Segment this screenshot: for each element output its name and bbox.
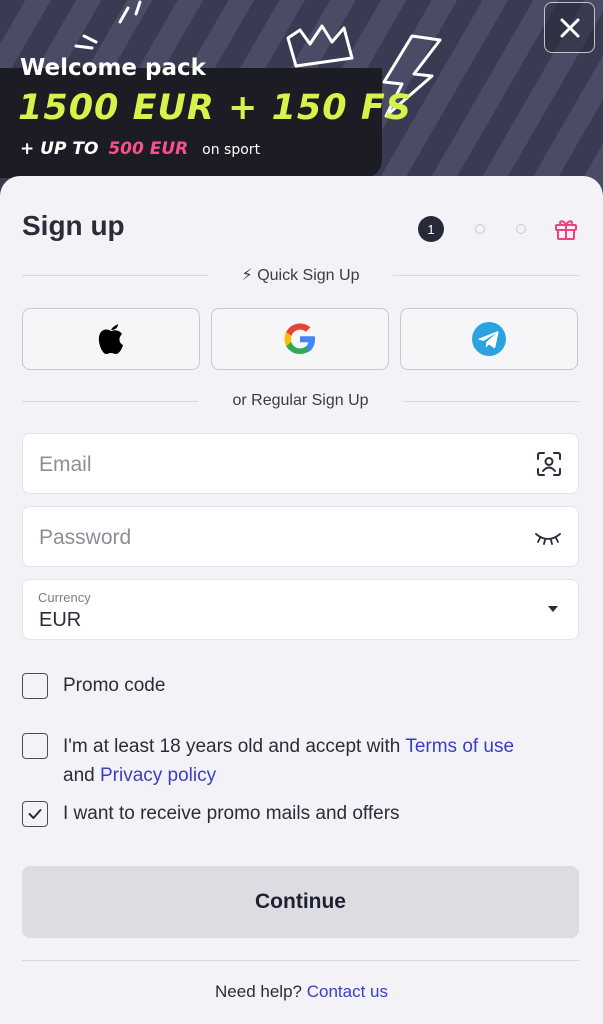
currency-select[interactable]: Currency EUR xyxy=(22,579,579,640)
privacy-policy-link[interactable]: Privacy policy xyxy=(100,765,216,786)
welcome-title: Welcome pack xyxy=(20,55,206,81)
email-placeholder: Email xyxy=(39,453,92,476)
gift-icon xyxy=(555,220,577,240)
signup-sheet: Sign up 1 ⚡ Quick Sign Up or Regular Sig… xyxy=(0,176,603,1024)
step-indicator: 1 xyxy=(418,216,578,242)
terms-row: I'm at least 18 years old and accept wit… xyxy=(22,733,579,790)
checkmark-icon xyxy=(28,809,42,819)
terms-text-2: and xyxy=(63,765,95,786)
promo-mails-row: I want to receive promo mails and offers xyxy=(22,801,400,828)
face-scan-icon[interactable] xyxy=(536,451,562,477)
page-title: Sign up xyxy=(22,210,125,241)
main-offer: 1500 EUR + 150 FS xyxy=(18,88,412,128)
currency-label: Currency xyxy=(38,590,91,605)
currency-value: EUR xyxy=(39,609,82,631)
google-signup-button[interactable] xyxy=(211,308,389,370)
quick-signup-label: ⚡ Quick Sign Up xyxy=(241,267,360,284)
promo-mails-label: I want to receive promo mails and offers xyxy=(63,803,400,824)
regular-signup-divider: or Regular Sign Up xyxy=(22,391,580,411)
quick-signup-divider: ⚡ Quick Sign Up xyxy=(22,265,580,285)
apple-icon xyxy=(98,324,123,354)
promo-mails-checkbox[interactable] xyxy=(22,801,48,827)
promo-code-checkbox[interactable] xyxy=(22,673,48,699)
sub-offer: + UP TO 500 EUR on sport xyxy=(20,139,260,159)
password-field[interactable]: Password xyxy=(22,506,579,567)
step-2 xyxy=(475,224,485,234)
sub-offer-prefix: + UP TO xyxy=(20,139,99,159)
eye-closed-icon[interactable] xyxy=(534,531,562,545)
email-field[interactable]: Email xyxy=(22,433,579,494)
terms-text-1: I'm at least 18 years old and accept wit… xyxy=(63,736,401,757)
terms-of-use-link[interactable]: Terms of use xyxy=(405,736,514,757)
chevron-down-icon xyxy=(548,606,558,612)
terms-checkbox[interactable] xyxy=(22,733,48,759)
password-placeholder: Password xyxy=(39,526,132,549)
sub-offer-amount: 500 EUR xyxy=(108,139,189,159)
footer-divider xyxy=(22,960,579,961)
google-icon xyxy=(284,323,315,354)
promo-code-row: Promo code xyxy=(22,673,165,700)
telegram-signup-button[interactable] xyxy=(400,308,578,370)
step-3 xyxy=(516,224,526,234)
terms-text: I'm at least 18 years old and accept wit… xyxy=(63,732,514,790)
need-help-label: Need help? xyxy=(215,982,302,1001)
regular-signup-label: or Regular Sign Up xyxy=(232,392,369,409)
continue-button[interactable]: Continue xyxy=(22,866,579,938)
promo-code-label: Promo code xyxy=(63,675,166,696)
step-1: 1 xyxy=(418,216,444,242)
close-button[interactable] xyxy=(544,2,595,53)
close-icon xyxy=(560,18,579,37)
apple-signup-button[interactable] xyxy=(22,308,200,370)
help-text: Need help? Contact us xyxy=(0,982,603,1002)
sub-offer-suffix: on sport xyxy=(202,142,261,158)
telegram-icon xyxy=(472,322,506,356)
contact-us-link[interactable]: Contact us xyxy=(307,982,388,1001)
promo-banner: Welcome pack 1500 EUR + 150 FS + UP TO 5… xyxy=(0,0,603,200)
